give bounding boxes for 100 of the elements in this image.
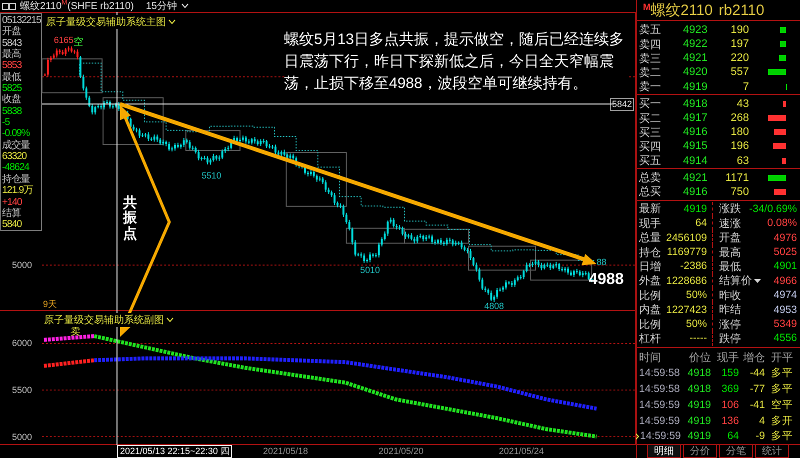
change-cell-text: -77 — [748, 383, 765, 396]
signal-label: 卖 — [70, 326, 81, 338]
stat-value: 1227423 — [666, 304, 707, 316]
level-label: 卖一 — [639, 80, 662, 94]
level-label: 卖三 — [639, 52, 662, 66]
level-label: 卖四 — [639, 38, 662, 52]
range-box — [346, 228, 405, 244]
info-text: 成交量 — [2, 140, 31, 152]
dropdown-icon[interactable] — [754, 278, 761, 283]
volume-bar — [783, 100, 786, 107]
stat-label: 涨停 — [719, 318, 741, 332]
price-cell-text: 4921 — [682, 172, 708, 184]
stat-label: 总量 — [639, 231, 661, 246]
level-label: 买三 — [639, 126, 662, 140]
chart-title[interactable]: 原子量级交易辅助系统主图 — [46, 15, 177, 29]
volume-cell-text: 190 — [730, 24, 749, 36]
price-cell-text: 4921 — [682, 52, 708, 64]
panel-tab[interactable]: 分笔 — [719, 445, 753, 458]
info-text: 5838 — [2, 106, 23, 118]
volume-cell-text: 43 — [736, 98, 749, 110]
stat-label: 昨结 — [719, 303, 741, 318]
info-text: 持仓量 — [2, 174, 31, 186]
level-label: 买二 — [639, 112, 662, 126]
total-label: 总买 — [639, 185, 662, 200]
volume-cell-text: 197 — [730, 38, 749, 50]
price-label: 88 — [596, 257, 606, 268]
price-cell-text: 4919 — [686, 398, 711, 411]
price-cell-text: 4918 — [682, 98, 708, 110]
info-text: +140 — [2, 196, 23, 208]
stat-value: 4976 — [774, 232, 797, 244]
info-text: 5840 — [2, 219, 23, 231]
price-cell-text: 4919 — [686, 414, 711, 427]
resonance-label: 共振点 — [122, 195, 137, 242]
level-label: 买四 — [639, 140, 662, 154]
action-cell-text: 多平 — [770, 366, 794, 380]
action-cell-text: 多开 — [770, 414, 794, 428]
period-count: 9天 — [42, 298, 57, 310]
info-text: 121.9万 — [2, 185, 34, 196]
volume-cell-text: 136 — [720, 414, 739, 427]
chart-title[interactable]: 原子量级交易辅助系统副图 — [44, 313, 175, 327]
info-text: 开盘 — [2, 26, 22, 38]
volume-cell-text: 196 — [730, 140, 749, 152]
volume-bar — [778, 55, 786, 62]
stat-value: 64 — [695, 217, 707, 230]
axis-label: 5500 — [12, 385, 32, 396]
info-text: 05132215 — [2, 15, 41, 26]
panel-tab[interactable]: 明细 — [647, 445, 681, 458]
date-label: 2021/05/20 — [378, 446, 424, 457]
volume-bar — [782, 158, 786, 164]
info-text: 63320 — [2, 151, 28, 162]
stat-value: 50% — [686, 289, 707, 302]
volume-cell-text: 220 — [730, 52, 749, 64]
time-cell: 14:59:58 — [639, 383, 680, 396]
price-label: 5010 — [360, 265, 380, 276]
volume-cell-text: 750 — [730, 186, 749, 198]
info-text: 5825 — [2, 83, 23, 94]
level-label: 卖二 — [639, 66, 662, 80]
range-box — [286, 152, 347, 207]
period-dropdown[interactable]: 15分钟 — [138, 0, 189, 13]
level-label: 卖五 — [639, 23, 662, 38]
axis-label: 5000 — [12, 432, 32, 442]
range-box — [404, 228, 470, 244]
info-text: 5843 — [2, 38, 23, 49]
column-header: 增仓 — [742, 350, 765, 365]
stat-value: 1228686 — [666, 274, 707, 287]
flag-label: M — [643, 2, 650, 12]
annotation-text: 螺纹5月13日多点共振，提示做空，随后已经连续多日震荡下行，昨日下探新低之后，今日全天窄幅震荡，止损下移至4988，波段空单可继续持有。 — [284, 30, 626, 94]
time-cell: 14:59:59 — [639, 414, 680, 427]
stat-label: 日增 — [639, 260, 661, 274]
volume-cell-text: 7 — [742, 80, 749, 93]
window-icon[interactable] — [2, 2, 16, 10]
stat-label: 跌停 — [719, 332, 741, 346]
chevron-down-icon[interactable] — [166, 317, 174, 323]
stat-value: 4966 — [774, 274, 797, 287]
change-cell-text: -41 — [748, 398, 765, 411]
stat-value: 0.08% — [767, 217, 797, 230]
stat-value: 2456109 — [666, 232, 707, 244]
volume-cell-text: 64 — [726, 430, 739, 442]
info-text: 收盘 — [2, 94, 22, 106]
change-cell-text: -9 — [754, 430, 765, 442]
stat-value: 1169779 — [666, 246, 707, 258]
range-box — [42, 58, 103, 94]
stat-label: 开盘 — [719, 231, 741, 246]
action-cell-text: 空平 — [770, 398, 794, 412]
stat-label: 内盘 — [639, 303, 661, 318]
column-header: 时间 — [639, 350, 662, 365]
axis-label: 6000 — [12, 338, 32, 348]
panel-tab[interactable]: 统计 — [755, 445, 789, 458]
price-cell-text: 4918 — [686, 383, 711, 396]
price-cell-text: 4917 — [682, 112, 708, 124]
chevron-down-icon[interactable] — [168, 19, 176, 25]
panel-tab[interactable]: 分价 — [683, 445, 717, 458]
info-text: 5853 — [2, 60, 23, 72]
stat-label: 外盘 — [639, 274, 661, 288]
stat-label: 比例 — [639, 318, 661, 332]
target-label: 4988 — [588, 271, 624, 288]
volume-cell-text: 557 — [730, 66, 749, 78]
range-box — [185, 130, 240, 152]
column-header: 价位 — [688, 350, 711, 365]
chevron-down-icon[interactable] — [181, 3, 189, 9]
